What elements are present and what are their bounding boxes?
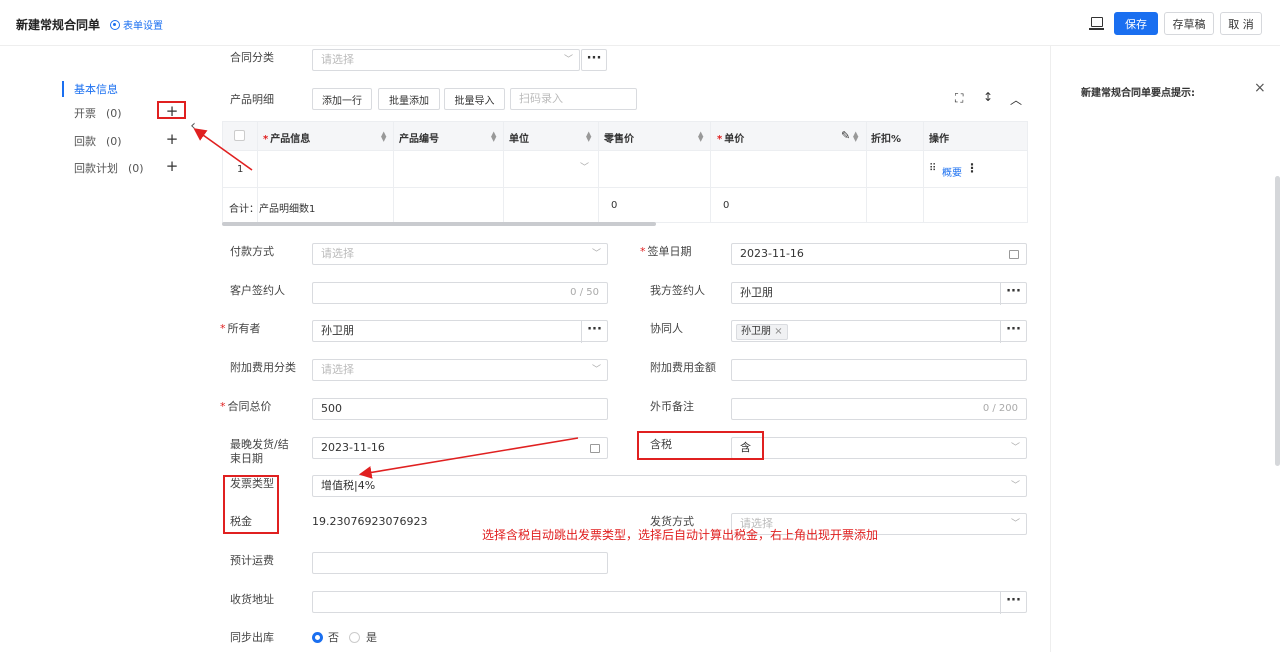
arrow-to-invoice-plus bbox=[193, 128, 253, 171]
arrow-to-invoice-type bbox=[358, 437, 579, 479]
annotation-arrows bbox=[193, 128, 579, 479]
annotation-text: 选择含税自动跳出发票类型，选择后自动计算出税金，右上角出现开票添加 bbox=[482, 528, 879, 542]
